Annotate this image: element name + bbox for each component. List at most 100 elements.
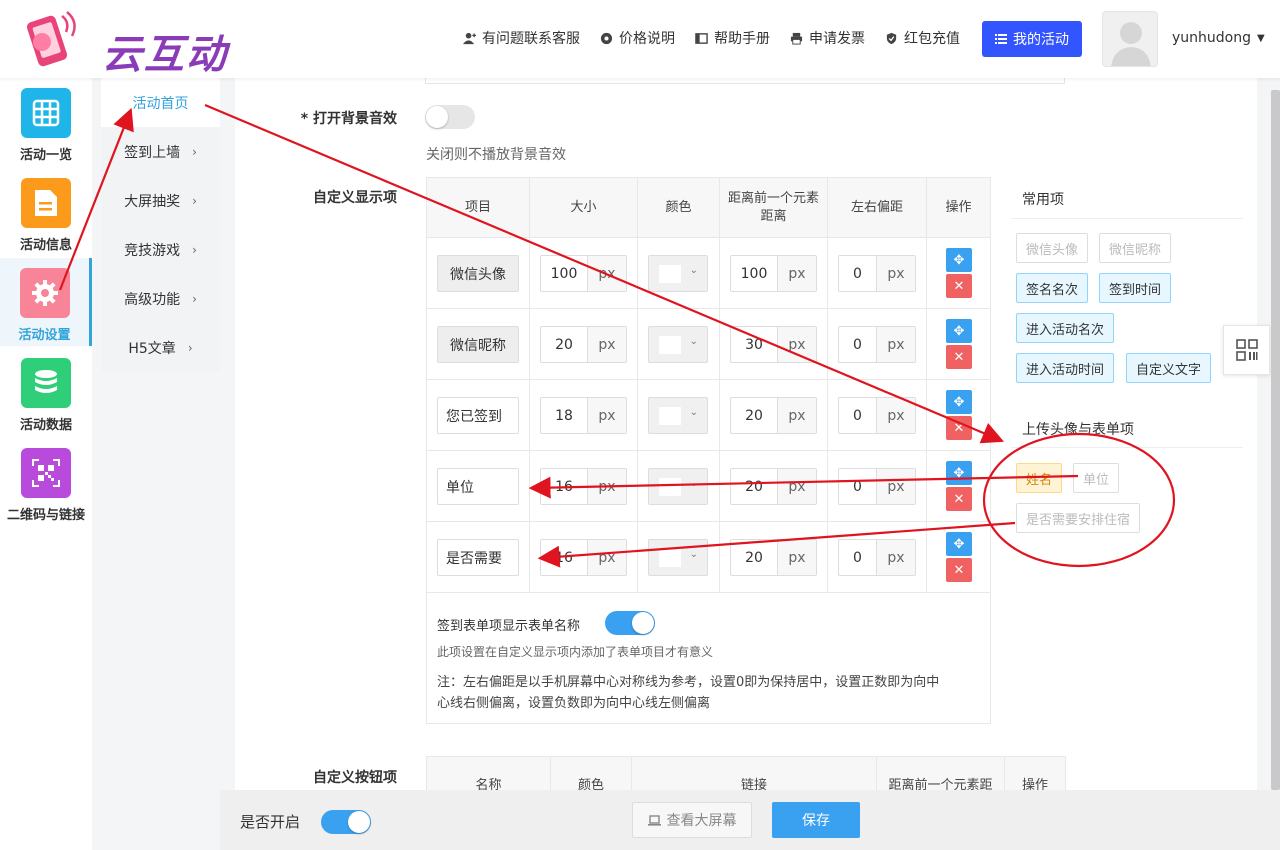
user-plus-icon <box>463 32 476 44</box>
table-row: 是否需要 16 px ⌄ 20 px 0 px ✥ ✕ <box>427 522 990 593</box>
distance-input[interactable]: 100 px <box>730 255 817 292</box>
column-header: 左右偏距 <box>828 178 927 237</box>
distance-input[interactable]: 20 px <box>730 468 817 505</box>
custom-display-label: 自定义显示项 <box>313 190 397 206</box>
move-icon[interactable]: ✥ <box>946 248 972 272</box>
brand-logo[interactable]: 云互动 <box>20 10 230 78</box>
tag-sign-rank[interactable]: 签名名次 <box>1016 273 1089 303</box>
move-icon[interactable]: ✥ <box>946 532 972 556</box>
form-name-toggle-label: 签到表单项显示表单名称 <box>437 619 581 634</box>
sidebar-item-activity-settings[interactable]: 活动设置 <box>0 258 92 346</box>
chevron-down-icon: ⌄ <box>689 265 698 276</box>
color-picker[interactable]: ⌄ <box>648 468 708 505</box>
color-picker[interactable]: ⌄ <box>648 397 708 434</box>
size-input[interactable]: 16 px <box>540 539 627 576</box>
offset-input[interactable]: 0 px <box>838 468 916 505</box>
sidebar-item-activity-overview[interactable]: 活动一览 <box>0 78 92 166</box>
sidebar-item-qrcode-links[interactable]: 二维码与链接 <box>0 438 92 526</box>
size-input[interactable]: 16 px <box>540 468 627 505</box>
pricing-label: 价格说明 <box>619 31 675 47</box>
gear-icon <box>600 32 613 44</box>
qrcode-icon <box>1235 339 1258 361</box>
view-big-screen-label: 查看大屏幕 <box>666 813 737 829</box>
distance-input[interactable]: 30 px <box>730 326 817 363</box>
my-activity-button[interactable]: 我的活动 <box>982 21 1082 57</box>
move-icon[interactable]: ✥ <box>946 461 972 485</box>
form-name-toggle[interactable] <box>605 611 655 635</box>
item-name-field: 微信昵称 <box>437 326 519 363</box>
help-manual-label: 帮助手册 <box>714 31 770 47</box>
sidebar-item-activity-data[interactable]: 活动数据 <box>0 348 92 436</box>
top-navigation: 有问题联系客服 价格说明 帮助手册 申请发票 红包充值 <box>463 28 960 48</box>
help-manual-link[interactable]: 帮助手册 <box>695 28 770 48</box>
close-icon[interactable]: ✕ <box>946 416 972 440</box>
pricing-link[interactable]: 价格说明 <box>600 28 675 48</box>
offset-input[interactable]: 0 px <box>838 539 916 576</box>
item-name-input[interactable]: 单位 <box>437 468 519 505</box>
tag-custom-text[interactable]: 自定义文字 <box>1126 353 1212 383</box>
avatar[interactable] <box>1102 11 1158 67</box>
chevron-down-icon: ⌄ <box>689 336 698 347</box>
user-menu[interactable]: yunhudong ▼ <box>1172 30 1265 46</box>
save-button[interactable]: 保存 <box>772 802 860 838</box>
invoice-link[interactable]: 申请发票 <box>790 28 865 48</box>
sidebar-item-activity-info[interactable]: 活动信息 <box>0 168 92 256</box>
close-icon[interactable]: ✕ <box>946 274 972 298</box>
subnav-item-activity-home[interactable]: 活动首页 <box>101 78 220 127</box>
scrollbar[interactable] <box>1271 90 1280 790</box>
offset-input[interactable]: 0 px <box>838 326 916 363</box>
subnav-item-advanced[interactable]: 高级功能 › <box>101 274 220 323</box>
divider <box>1011 218 1243 219</box>
subnav-item-label: 大屏抽奖 <box>124 193 181 210</box>
column-header: 项目 <box>427 178 530 237</box>
column-header: 操作 <box>945 199 972 215</box>
chevron-right-icon: › <box>192 291 197 306</box>
subnav-item-games[interactable]: 竞技游戏 › <box>101 225 220 274</box>
tag-enter-rank[interactable]: 进入活动名次 <box>1016 313 1115 343</box>
color-picker[interactable]: ⌄ <box>648 326 708 363</box>
sidebar-item-label: 二维码与链接 <box>6 508 85 523</box>
subnav-item-h5-article[interactable]: H5文章 › <box>101 323 220 372</box>
distance-input[interactable]: 20 px <box>730 539 817 576</box>
bgm-toggle[interactable] <box>425 105 475 129</box>
size-input[interactable]: 100 px <box>540 255 627 292</box>
close-icon[interactable]: ✕ <box>946 345 972 369</box>
column-header: 颜色 <box>638 178 720 237</box>
subnav-item-label: 签到上墙 <box>124 144 181 161</box>
item-name-input[interactable]: 您已签到 <box>437 397 519 434</box>
color-picker[interactable]: ⌄ <box>648 539 708 576</box>
upload-items-title: 上传头像与表单项 <box>1022 422 1134 438</box>
move-icon[interactable]: ✥ <box>946 390 972 414</box>
subnav-item-lottery[interactable]: 大屏抽奖 › <box>101 176 220 225</box>
distance-input[interactable]: 20 px <box>730 397 817 434</box>
caret-down-icon: ▼ <box>1257 32 1265 44</box>
move-icon[interactable]: ✥ <box>946 319 972 343</box>
tag-sign-time[interactable]: 签到时间 <box>1099 273 1172 303</box>
item-name-input[interactable]: 是否需要 <box>437 539 519 576</box>
contact-support-label: 有问题联系客服 <box>482 31 580 47</box>
color-picker[interactable]: ⌄ <box>648 255 708 292</box>
view-big-screen-button[interactable]: 查看大屏幕 <box>632 802 752 838</box>
tag-enter-time[interactable]: 进入活动时间 <box>1016 353 1115 383</box>
item-name-field: 微信头像 <box>437 255 519 292</box>
form-name-hint: 此项设置在自定义显示项内添加了表单项目才有意义 <box>437 645 714 659</box>
subnav-item-label: 竞技游戏 <box>124 242 181 259</box>
sidebar-item-label: 活动设置 <box>18 328 71 343</box>
toggle-knob <box>426 106 448 128</box>
sidebar-item-label: 活动信息 <box>19 238 72 253</box>
size-input[interactable]: 20 px <box>540 326 627 363</box>
enable-toggle[interactable] <box>321 810 371 834</box>
tag-name[interactable]: 姓名 <box>1016 463 1063 493</box>
username: yunhudong <box>1172 30 1251 46</box>
size-input[interactable]: 18 px <box>540 397 627 434</box>
close-icon[interactable]: ✕ <box>946 487 972 511</box>
subnav-item-signin-wall[interactable]: 签到上墙 › <box>101 127 220 176</box>
floating-qrcode-button[interactable] <box>1223 325 1270 375</box>
chevron-down-icon: ⌄ <box>689 478 698 489</box>
close-icon[interactable]: ✕ <box>946 558 972 582</box>
my-activity-label: 我的活动 <box>1013 32 1069 48</box>
offset-input[interactable]: 0 px <box>838 397 916 434</box>
contact-support-link[interactable]: 有问题联系客服 <box>463 28 580 48</box>
red-packet-recharge-link[interactable]: 红包充值 <box>885 28 960 48</box>
offset-input[interactable]: 0 px <box>838 255 916 292</box>
